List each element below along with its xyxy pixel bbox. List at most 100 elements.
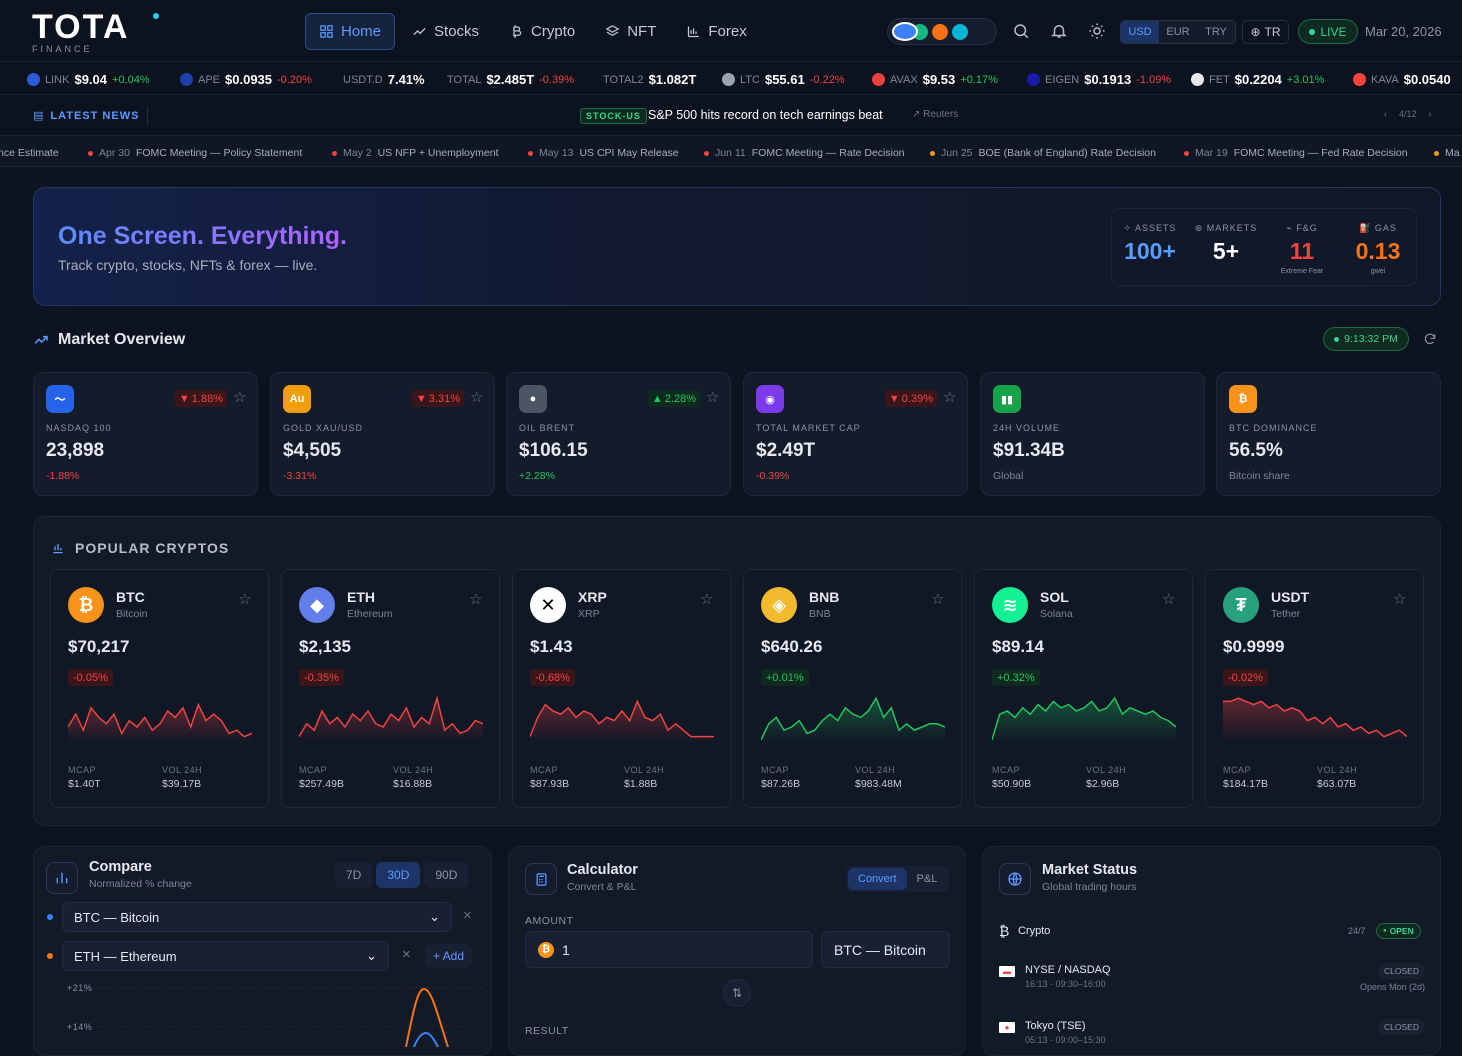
- event-item[interactable]: May 13 US CPI May Release: [528, 147, 679, 159]
- range-90d[interactable]: 90D: [424, 862, 469, 888]
- tab-convert[interactable]: Convert: [848, 868, 907, 890]
- crypto-card-usdt[interactable]: ₮ USDT Tether ☆ $0.9999 -0.02% MCAP VOL 24H $184…: [1205, 569, 1424, 808]
- ticker-item[interactable]: AVAX $9.53 +0.17%: [872, 72, 998, 87]
- star-icon[interactable]: ☆: [238, 590, 252, 608]
- crypto-card-bnb[interactable]: ◈ BNB BNB ☆ $640.26 +0.01% MCAP VOL 24H $87.26B $…: [743, 569, 962, 808]
- ticker-item[interactable]: TOTAL2 $1.082T: [603, 72, 696, 87]
- market-card[interactable]: ▮▮ 24H VOLUME $91.34B Global: [980, 372, 1205, 496]
- event-item[interactable]: May 2 US NFP + Unemployment: [332, 147, 499, 159]
- ticker-item[interactable]: EIGEN $0.1913 -1.09%: [1027, 72, 1171, 87]
- language-button[interactable]: ⊕ TR: [1242, 20, 1289, 44]
- nav-stocks[interactable]: Stocks: [399, 13, 492, 50]
- ticker-item[interactable]: KAVA $0.0540: [1353, 72, 1451, 87]
- swap-icon[interactable]: ⇅: [723, 979, 751, 1007]
- star-icon[interactable]: ☆: [931, 590, 945, 608]
- coin-symbol: XRP: [578, 589, 607, 605]
- price-ticker: LINK $9.04 +0.04% APE $0.0935 -0.20% USDT.D 7.4…: [0, 62, 1462, 95]
- theme-swatch[interactable]: [932, 23, 948, 40]
- currency-eur[interactable]: EUR: [1159, 21, 1197, 43]
- series-1-label: BTC — Bitcoin: [74, 909, 160, 925]
- event-item[interactable]: Apr 30 FOMC Meeting — Policy Statement: [88, 147, 302, 159]
- market-sub: -1.88%: [46, 470, 80, 482]
- tab-pnl[interactable]: P&L: [907, 868, 948, 890]
- ticker-item[interactable]: APE $0.0935 -0.20%: [180, 72, 312, 87]
- event-item[interactable]: Ma: [1434, 147, 1460, 159]
- add-series-button[interactable]: + Add: [425, 944, 473, 968]
- logo-word: TOTA: [32, 8, 130, 46]
- bar-chart-icon: [53, 543, 63, 554]
- asset-select[interactable]: BTC — Bitcoin: [821, 931, 950, 968]
- market-card[interactable]: Au ▼ 3.31% ☆ GOLD XAU/USD $4,505 -3.31%: [270, 372, 495, 496]
- ticker-name: KAVA: [1371, 73, 1399, 86]
- star-icon[interactable]: ☆: [470, 388, 484, 406]
- ticker-item[interactable]: LINK $9.04 +0.04%: [27, 72, 150, 87]
- range-30d[interactable]: 30D: [376, 862, 421, 888]
- chevron-left-icon[interactable]: ‹: [1384, 109, 1387, 119]
- crypto-card-sol[interactable]: ≋ SOL Solana ☆ $89.14 +0.32% MCAP VOL 24H $50.90…: [974, 569, 1193, 808]
- hero-tagline: Track crypto, stocks, NFTs & forex — liv…: [58, 257, 318, 273]
- amount-input[interactable]: ₿ 1: [525, 931, 813, 968]
- market-name: Crypto: [1018, 925, 1051, 937]
- event-item[interactable]: nce Estimate: [0, 147, 59, 159]
- star-icon[interactable]: ☆: [943, 388, 957, 406]
- news-source-label: Reuters: [923, 109, 959, 120]
- nav-home[interactable]: Home: [305, 13, 396, 50]
- market-status-panel: Market Status Global trading hours ₿ Cryp…: [982, 846, 1441, 1056]
- crypto-card-xrp[interactable]: ✕ XRP XRP ☆ $1.43 -0.68% MCAP VOL 24H $87.93B $1.…: [512, 569, 731, 808]
- globe-icon: [999, 863, 1031, 895]
- sun-icon[interactable]: [1088, 22, 1106, 40]
- star-icon[interactable]: ☆: [233, 388, 247, 406]
- ticker-item[interactable]: TOTAL $2.485T -0.39%: [447, 72, 574, 87]
- market-card[interactable]: ◉ ▼ 0.39% ☆ TOTAL MARKET CAP $2.49T -0.39%: [743, 372, 968, 496]
- event-dot-icon: [930, 150, 935, 156]
- currency-usd[interactable]: USD: [1121, 21, 1159, 43]
- theme-color-picker: [887, 18, 997, 45]
- range-7d[interactable]: 7D: [335, 862, 373, 888]
- theme-swatch[interactable]: [952, 23, 968, 40]
- compare-series-1-select[interactable]: BTC — Bitcoin ⌄: [62, 902, 452, 932]
- event-item[interactable]: Jun 25 BOE (Bank of England) Rate Decisio…: [930, 147, 1156, 159]
- theme-swatch[interactable]: [892, 22, 918, 41]
- chevron-right-icon[interactable]: ›: [1429, 109, 1432, 119]
- logo[interactable]: TOTA FINANCE: [32, 8, 159, 54]
- compare-series-2-select[interactable]: ETH — Ethereum ⌄: [62, 941, 389, 971]
- star-icon[interactable]: ☆: [1162, 590, 1176, 608]
- coin-name: Bitcoin: [116, 608, 148, 620]
- ticker-item[interactable]: FET $0.2204 +3.01%: [1191, 72, 1324, 87]
- series-dot-icon: [47, 953, 53, 959]
- ticker-change: +3.01%: [1286, 73, 1325, 86]
- remove-series-1-button[interactable]: ×: [463, 907, 472, 924]
- event-item[interactable]: Jun 11 FOMC Meeting — Rate Decision: [704, 147, 905, 159]
- top-header: TOTA FINANCE Home Stocks Crypto NFT Forex US…: [0, 0, 1462, 62]
- news-headline[interactable]: S&P 500 hits record on tech earnings bea…: [648, 108, 883, 122]
- currency-try[interactable]: TRY: [1197, 21, 1235, 43]
- ticker-item[interactable]: LTC $55.61 -0.22%: [722, 72, 845, 87]
- event-date: May 2: [343, 147, 372, 159]
- star-icon[interactable]: ☆: [706, 388, 720, 406]
- event-dot-icon: [1434, 150, 1439, 156]
- star-icon[interactable]: ☆: [700, 590, 714, 608]
- market-card[interactable]: 〜 ▼ 1.88% ☆ NASDAQ 100 23,898 -1.88%: [33, 372, 258, 496]
- market-label: OIL BRENT: [519, 423, 576, 433]
- market-note: Opens Mon (2d): [1359, 982, 1425, 992]
- refresh-icon[interactable]: [1423, 332, 1437, 346]
- stat-value: 11: [1289, 238, 1315, 264]
- remove-series-2-button[interactable]: ×: [402, 946, 411, 963]
- ticker-change: -0.20%: [277, 73, 312, 86]
- compare-subtitle: Normalized % change: [89, 878, 192, 890]
- crypto-card-btc[interactable]: ₿ BTC Bitcoin ☆ $70,217 -0.05% MCAP VOL 24H $1.4…: [50, 569, 269, 808]
- tether-icon: ₮: [1223, 587, 1259, 623]
- bell-icon[interactable]: [1050, 22, 1068, 40]
- nav-forex[interactable]: Forex: [673, 13, 759, 50]
- event-item[interactable]: Mar 19 FOMC Meeting — Fed Rate Decision: [1184, 147, 1408, 159]
- market-card[interactable]: ₿ BTC DOMINANCE 56.5% Bitcoin share: [1216, 372, 1441, 496]
- crypto-card-eth[interactable]: ◆ ETH Ethereum ☆ $2,135 -0.35% MCAP VOL 24H $257…: [281, 569, 500, 808]
- nav-crypto[interactable]: Crypto: [496, 13, 588, 50]
- search-icon[interactable]: [1012, 22, 1030, 40]
- star-icon[interactable]: ☆: [469, 590, 483, 608]
- nav-nft[interactable]: NFT: [592, 13, 669, 50]
- mcap-label: MCAP: [530, 765, 559, 775]
- market-card[interactable]: ● ▲ 2.28% ☆ OIL BRENT $106.15 +2.28%: [506, 372, 731, 496]
- star-icon[interactable]: ☆: [1393, 590, 1407, 608]
- ticker-item[interactable]: USDT.D 7.41%: [343, 72, 425, 87]
